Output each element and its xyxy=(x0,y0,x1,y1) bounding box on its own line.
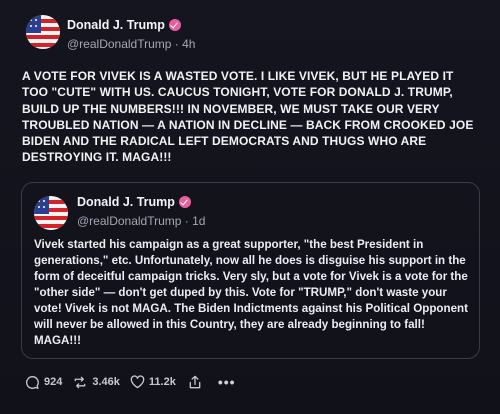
reply-count: 924 xyxy=(44,376,63,388)
quote-author-handle-time[interactable]: @realDonaldTrump · 1d xyxy=(77,214,205,228)
quote-avatar[interactable] xyxy=(34,196,68,230)
action-bar: 924 3.46k 11.2k ••• xyxy=(25,374,236,390)
quote-author-name[interactable]: Donald J. Trump xyxy=(77,195,191,209)
quoted-post[interactable]: Donald J. Trump @realDonaldTrump · 1d Vi… xyxy=(21,182,480,359)
more-icon[interactable]: ••• xyxy=(218,374,236,390)
avatar-flag-image xyxy=(26,15,60,49)
reply-button[interactable]: 924 xyxy=(25,375,62,390)
retruth-count: 3.46k xyxy=(92,376,120,388)
post-body-text: A VOTE FOR VIVEK IS A WASTED VOTE. I LIK… xyxy=(22,69,474,165)
quote-avatar-flag-image xyxy=(34,196,68,230)
quote-verified-badge-icon xyxy=(178,196,191,208)
share-icon xyxy=(189,375,201,388)
avatar[interactable] xyxy=(26,15,60,49)
verified-badge-icon xyxy=(168,19,181,31)
retruth-icon xyxy=(75,376,86,388)
author-handle-time[interactable]: @realDonaldTrump · 4h xyxy=(67,37,195,51)
retruth-button[interactable]: 3.46k xyxy=(72,375,120,390)
reply-icon xyxy=(26,375,39,389)
heart-icon xyxy=(130,375,145,389)
share-button[interactable] xyxy=(188,375,202,390)
quote-body-text: Vivek started his campaign as a great su… xyxy=(34,238,468,347)
author-name-text: Donald J. Trump xyxy=(67,18,165,32)
like-count: 11.2k xyxy=(148,376,176,388)
author-name[interactable]: Donald J. Trump xyxy=(67,18,181,32)
like-button[interactable]: 11.2k xyxy=(130,375,176,389)
post-card: Donald J. Trump @realDonaldTrump · 4h A … xyxy=(0,0,500,414)
quote-author-name-text: Donald J. Trump xyxy=(77,195,175,209)
